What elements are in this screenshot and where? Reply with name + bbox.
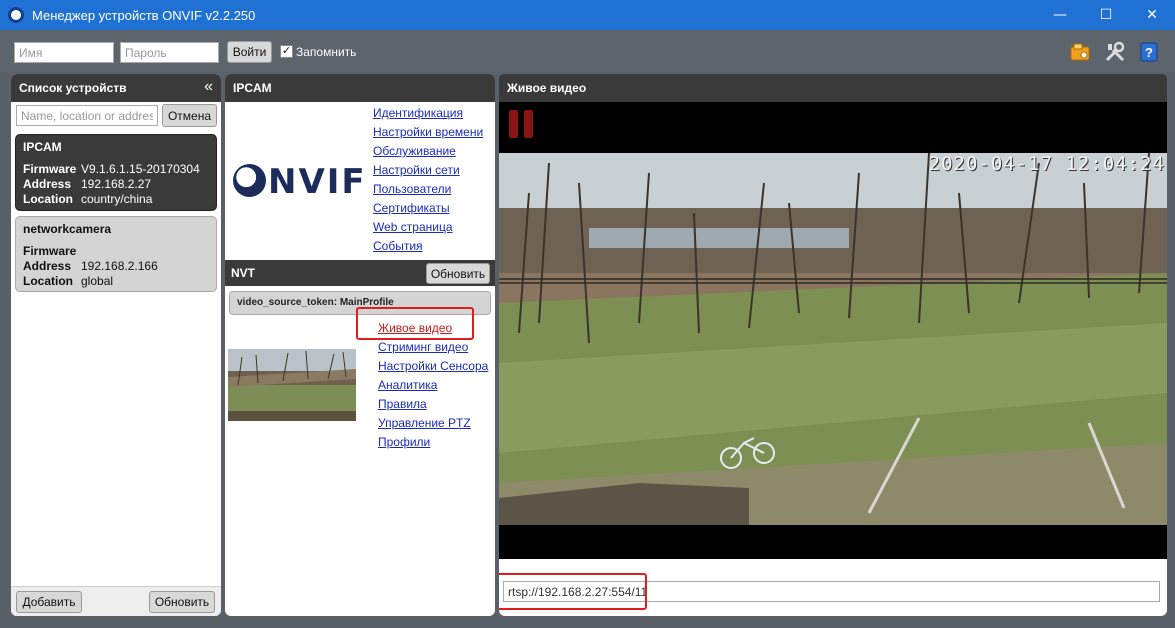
firmware-value: V9.1.6.1.15-20170304 [81,162,200,176]
svg-text:?: ? [1145,45,1153,60]
live-video-title: Живое видео [507,81,587,95]
nvt-refresh-button[interactable]: Обновить [426,263,490,284]
device-menu: Идентификация Настройки времени Обслужив… [373,104,483,256]
cancel-search-button[interactable]: Отмена [162,104,217,127]
link-profiles[interactable]: Профили [378,433,488,452]
device-list-header: Список устройств « [11,74,221,102]
camera-scene [499,153,1167,525]
link-sensor-settings[interactable]: Настройки Сенсора [378,357,488,376]
maximize-button[interactable]: ☐ [1083,0,1129,30]
login-button[interactable]: Войти [227,41,272,63]
device-list-title: Список устройств [19,81,127,95]
profile-thumbnail[interactable] [228,349,356,421]
link-web-page[interactable]: Web страница [373,218,483,237]
video-timestamp: 2020-04-17 12:04:24 [928,153,1165,175]
link-network-settings[interactable]: Настройки сети [373,161,483,180]
window-title: Менеджер устройств ONVIF v2.2.250 [32,7,256,23]
video-frame[interactable]: 2020-04-17 12:04:24 [499,153,1167,525]
location-label: Location [23,192,73,206]
link-maintenance[interactable]: Обслуживание [373,142,483,161]
close-button[interactable]: ✕ [1129,0,1175,30]
title-bar: Менеджер устройств ONVIF v2.2.250 — ☐ ✕ [0,0,1175,30]
login-bar: Войти ✓ Запомнить ? [0,30,1175,72]
help-icon[interactable]: ? [1138,41,1160,63]
link-identification[interactable]: Идентификация [373,104,483,123]
firmware-label: Firmware [23,244,77,258]
link-ptz-control[interactable]: Управление PTZ [378,414,488,433]
device-list-footer: Добавить Обновить [11,586,221,616]
pause-icon[interactable] [509,110,533,138]
minimize-button[interactable]: — [1037,0,1083,30]
device-card-ipcam[interactable]: IPCAM Firmware V9.1.6.1.15-20170304 Addre… [15,134,217,211]
firmware-label: Firmware [23,162,77,176]
live-video-header: Живое видео [499,74,1167,102]
device-name: IPCAM [23,140,62,154]
network-settings-icon[interactable] [1069,41,1091,63]
link-certificates[interactable]: Сертификаты [373,199,483,218]
address-value: 192.168.2.27 [81,177,152,191]
address-label: Address [23,177,72,191]
remember-label: Запомнить [296,45,357,59]
address-value: 192.168.2.166 [81,259,158,273]
stream-url-highlight [499,573,647,610]
link-analytics[interactable]: Аналитика [378,376,488,395]
username-input[interactable] [14,42,114,63]
location-value: country/china [81,192,153,206]
link-rules[interactable]: Правила [378,395,488,414]
link-events[interactable]: События [373,237,483,256]
device-list-panel: Список устройств « Отмена IPCAM Firmware… [11,74,221,616]
refresh-devices-button[interactable]: Обновить [149,591,215,613]
device-card-networkcamera[interactable]: networkcamera Firmware Address 192.168.2.… [15,216,217,292]
address-label: Address [23,259,72,273]
password-input[interactable] [120,42,219,63]
tools-icon[interactable] [1104,41,1126,63]
device-detail-title: IPCAM [233,81,272,95]
device-detail-panel: IPCAM NVIF Идентификация Настройки време… [225,74,495,616]
location-value: global [81,274,114,288]
device-name: networkcamera [23,222,112,236]
device-detail-header: IPCAM [225,74,495,102]
link-time-settings[interactable]: Настройки времени [373,123,483,142]
collapse-icon[interactable]: « [204,78,213,96]
live-video-highlight [356,307,474,340]
device-search-input[interactable] [16,105,158,126]
link-users[interactable]: Пользователи [373,180,483,199]
add-device-button[interactable]: Добавить [16,591,82,613]
remember-checkbox[interactable]: ✓ [280,45,293,58]
live-video-panel: Живое видео 2020-04-17 12:04:24 rtsp://1… [499,74,1167,616]
link-video-streaming[interactable]: Стриминг видео [378,338,488,357]
location-label: Location [23,274,73,288]
app-icon [8,7,24,23]
onvif-logo: NVIF [233,162,367,202]
